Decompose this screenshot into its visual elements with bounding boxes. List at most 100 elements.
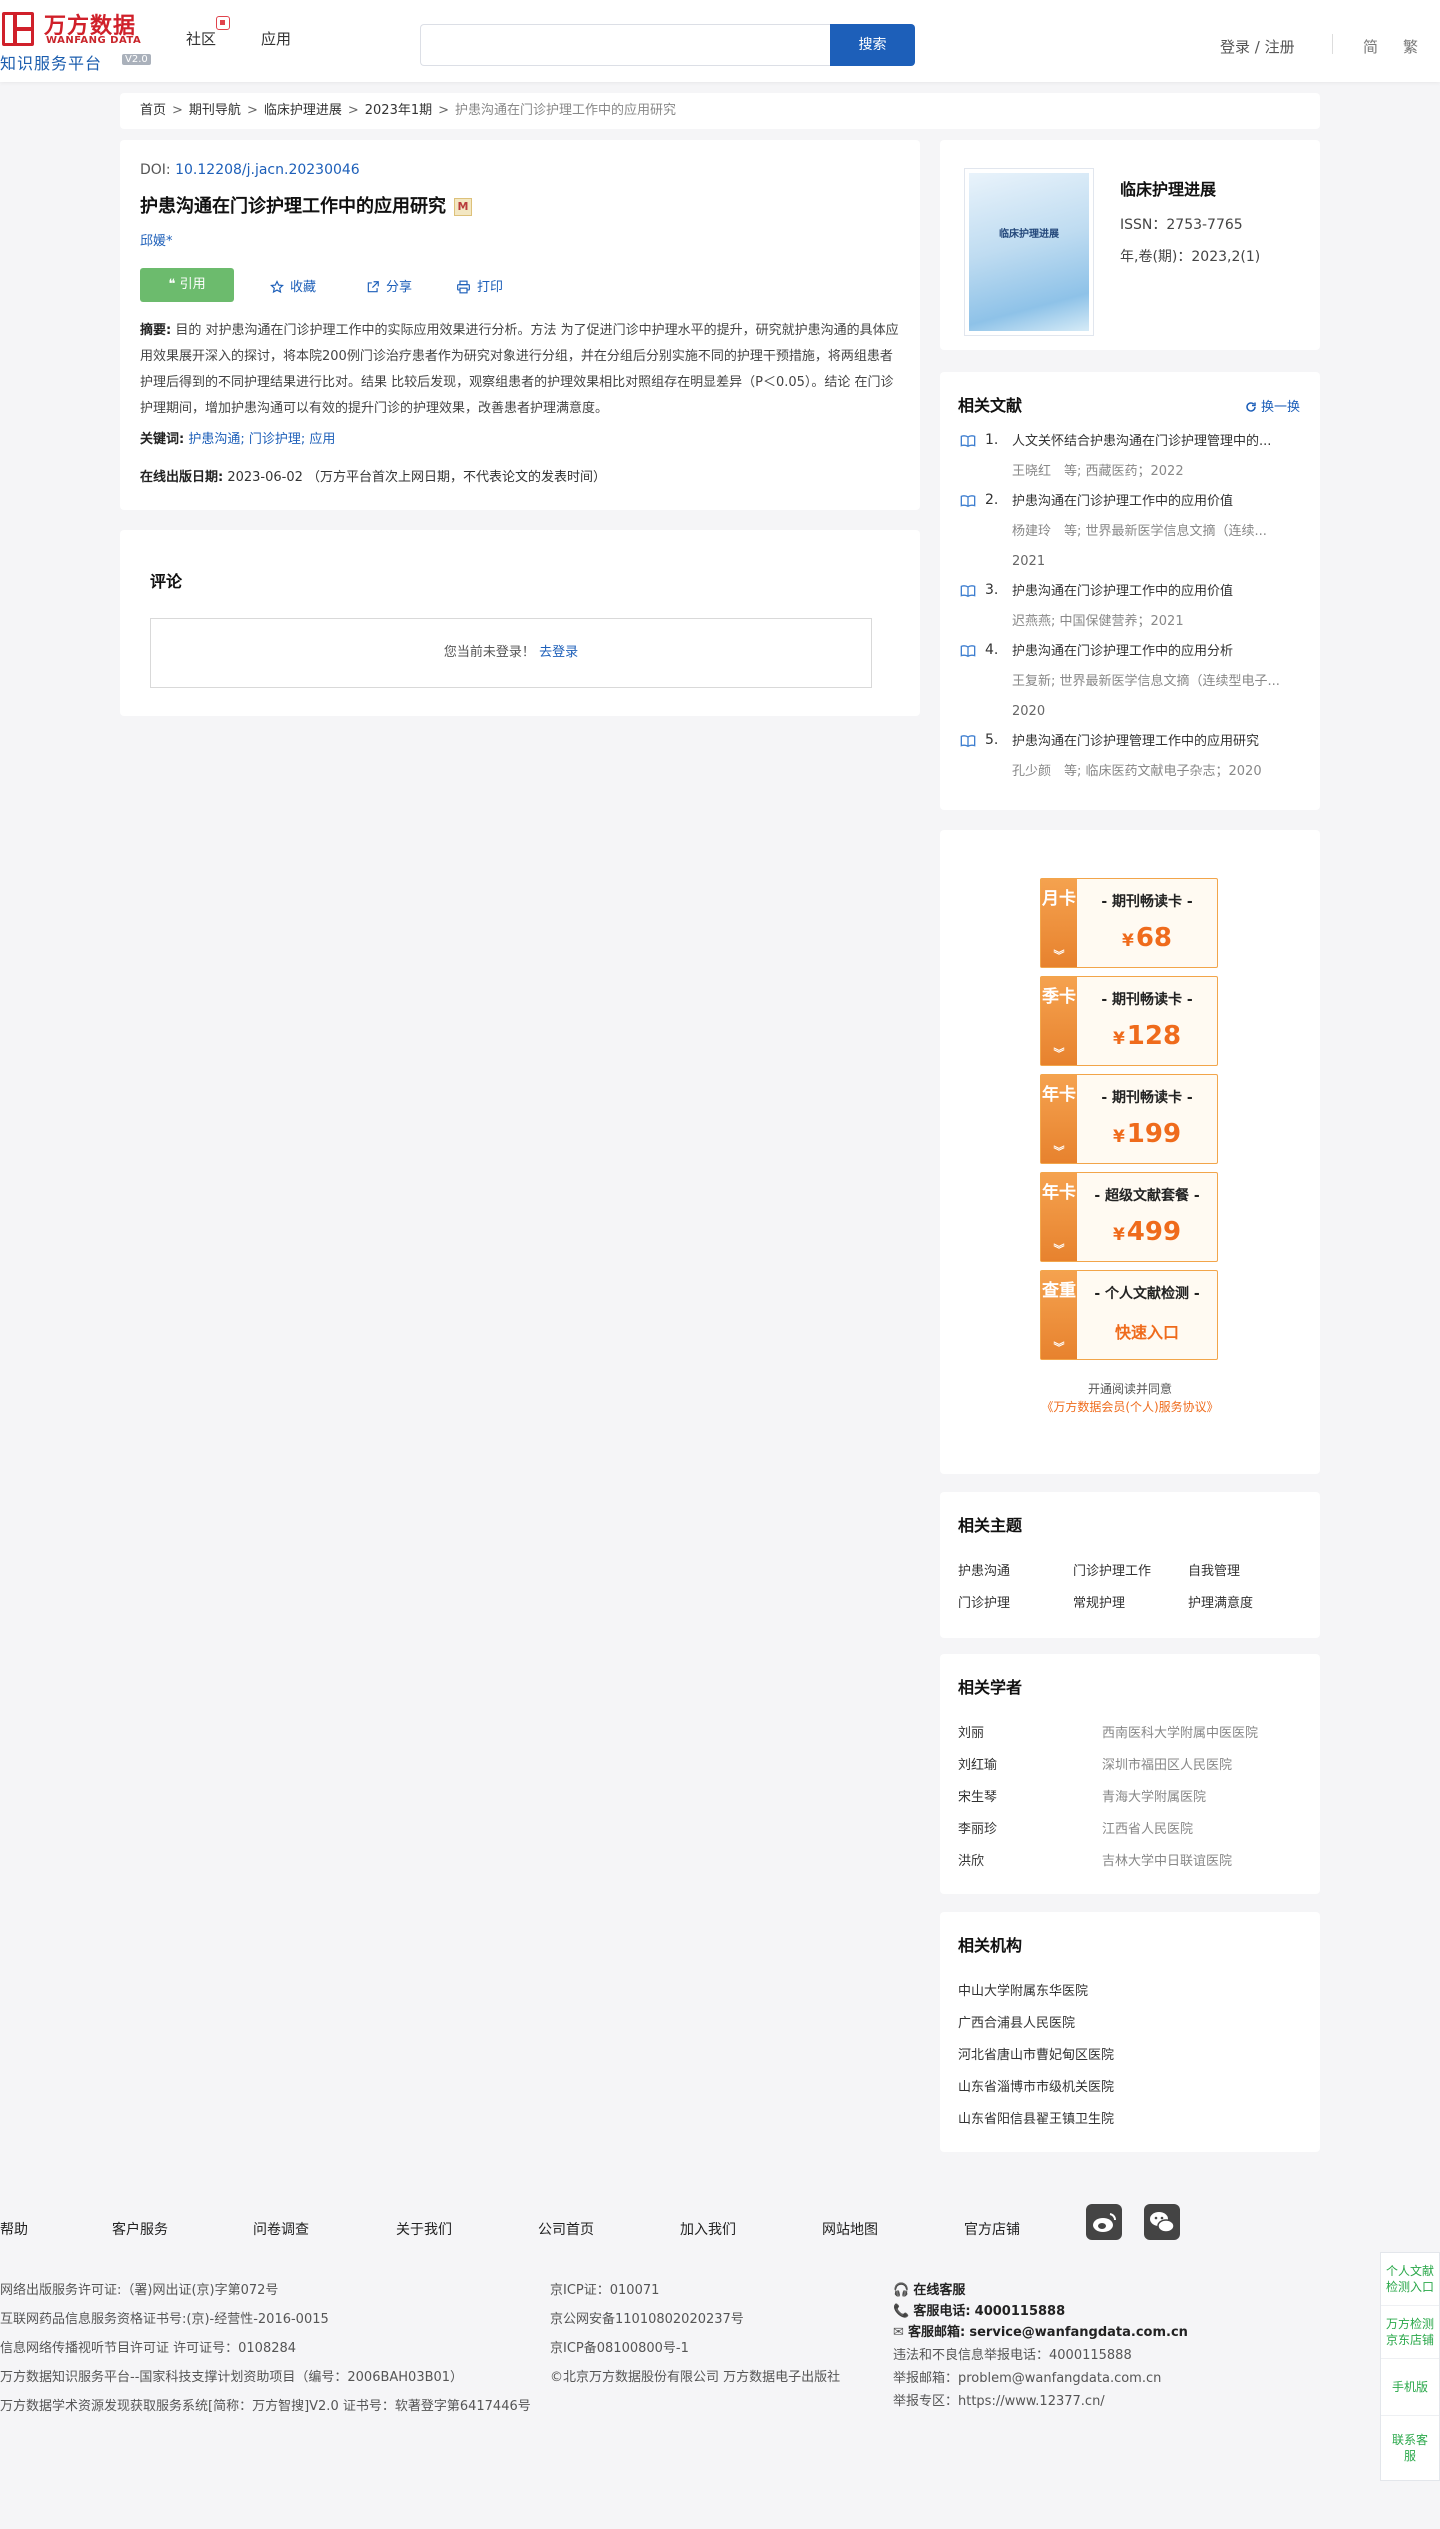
super-package-offer[interactable]: 年卡 ︾ - 超级文献套餐 - ¥499 — [1040, 1172, 1218, 1262]
doi-label: DOI: — [140, 162, 176, 178]
scholar-name[interactable]: 刘丽 — [958, 1722, 984, 1741]
scholar-name[interactable]: 刘红瑜 — [958, 1754, 997, 1773]
footer-link-help[interactable]: 帮助 — [0, 2219, 28, 2239]
breadcrumb-sep: > — [246, 103, 258, 118]
chevron-down-icon: ︾ — [1053, 949, 1065, 962]
copyright-line: ©北京万方数据股份有限公司 万方数据电子出版社 — [550, 2370, 841, 2385]
breadcrumb-current: 护患沟通在门诊护理工作中的应用研究 — [455, 103, 677, 118]
nav-community[interactable]: 社区 — [186, 28, 216, 49]
journal-card: 临床护理进展 临床护理进展 ISSN：2753-7765 年,卷(期)：2023… — [940, 140, 1320, 350]
mobile-version-entry[interactable]: 手机版 — [1381, 2359, 1439, 2416]
topic-link[interactable]: 门诊护理工作 — [1073, 1560, 1151, 1579]
plagiarism-check-offer[interactable]: 查重 ︾ - 个人文献检测 - 快速入口 — [1040, 1270, 1218, 1360]
org-link[interactable]: 河北省唐山市曹妃甸区医院 — [958, 2044, 1114, 2063]
related-item[interactable]: 2. 护患沟通在门诊护理工作中的应用价值 杨建玲 等; 世界最新医学信息文摘（连… — [958, 492, 1303, 572]
related-title[interactable]: 人文关怀结合护患沟通在门诊护理管理中的... — [1012, 432, 1303, 452]
scholar-name[interactable]: 宋生琴 — [958, 1786, 997, 1805]
org-link[interactable]: 山东省淄博市市级机关医院 — [958, 2076, 1114, 2095]
report-zone-link[interactable]: 举报专区：https://www.12377.cn/ — [893, 2390, 1105, 2409]
nav-apps[interactable]: 应用 — [261, 28, 291, 49]
footer-link-about[interactable]: 关于我们 — [396, 2219, 452, 2239]
share-button[interactable]: 分享 — [366, 276, 412, 295]
search-button[interactable]: 搜索 — [830, 24, 915, 66]
book-icon — [960, 495, 976, 508]
chevron-down-icon: ︾ — [1053, 1341, 1065, 1354]
related-item[interactable]: 5. 护患沟通在门诊护理管理工作中的应用研究 孔少颜 等; 临床医药文献电子杂志… — [958, 732, 1303, 782]
topic-link[interactable]: 自我管理 — [1188, 1560, 1240, 1579]
related-title[interactable]: 护患沟通在门诊护理工作中的应用价值 — [1012, 582, 1303, 602]
refresh-label: 换一换 — [1260, 400, 1300, 415]
lang-simplified[interactable]: 简 — [1363, 36, 1378, 57]
breadcrumb-issue[interactable]: 2023年1期 — [365, 103, 432, 118]
scholar-org[interactable]: 青海大学附属医院 — [1102, 1786, 1206, 1805]
related-year: 2021 — [1012, 554, 1046, 569]
topic-link[interactable]: 护患沟通 — [958, 1560, 1010, 1579]
community-badge-icon — [216, 16, 230, 30]
refresh-button[interactable]: 换一换 — [1245, 396, 1300, 415]
not-logged-text: 您当前未登录！ — [443, 645, 535, 660]
cover-image: 临床护理进展 — [969, 173, 1089, 331]
scholar-name[interactable]: 洪欣 — [958, 1850, 984, 1869]
scholar-org[interactable]: 吉林大学中日联谊医院 — [1102, 1850, 1232, 1869]
wechat-icon[interactable] — [1144, 2204, 1180, 2240]
related-title[interactable]: 护患沟通在门诊护理管理工作中的应用研究 — [1012, 732, 1303, 752]
weibo-icon[interactable] — [1086, 2204, 1122, 2240]
go-login-link[interactable]: 去登录 — [539, 645, 578, 660]
monthly-card-offer[interactable]: 月卡 ︾ - 期刊畅读卡 - ¥68 — [1040, 878, 1218, 968]
topic-link[interactable]: 门诊护理 — [958, 1592, 1010, 1611]
price-value: 199 — [1126, 1119, 1182, 1149]
footer-link-service[interactable]: 客户服务 — [112, 2219, 168, 2239]
service-agreement-link[interactable]: 《万方数据会员(个人)服务协议》 — [1041, 1400, 1218, 1414]
quarterly-card-offer[interactable]: 季卡 ︾ - 期刊畅读卡 - ¥128 — [1040, 976, 1218, 1066]
personal-check-entry[interactable]: 个人文献检测入口 — [1381, 2253, 1439, 2306]
floating-sidebar: 个人文献检测入口 万方检测京东店铺 手机版 联系客服 — [1380, 2252, 1440, 2481]
top-header: 万方数据 WANFANG DATA 知识服务平台 V2.0 社区 应用 搜索 登… — [0, 0, 1440, 82]
related-item[interactable]: 3. 护患沟通在门诊护理工作中的应用价值 迟燕燕; 中国保健营养；2021 — [958, 582, 1303, 632]
scholar-org[interactable]: 深圳市福田区人民医院 — [1102, 1754, 1232, 1773]
quick-entry-link[interactable]: 快速入口 — [1077, 1319, 1217, 1343]
card-tag: 查重 — [1042, 1281, 1076, 1301]
annual-card-offer[interactable]: 年卡 ︾ - 期刊畅读卡 - ¥199 — [1040, 1074, 1218, 1164]
related-item[interactable]: 1. 人文关怀结合护患沟通在门诊护理管理中的... 王晓红 等; 西藏医药；20… — [958, 432, 1303, 482]
scholar-org[interactable]: 江西省人民医院 — [1102, 1818, 1193, 1837]
footer-link-survey[interactable]: 问卷调查 — [253, 2219, 309, 2239]
author-link[interactable]: 邱媛* — [140, 230, 173, 249]
login-register-link[interactable]: 登录 / 注册 — [1220, 36, 1295, 57]
print-button[interactable]: 打印 — [456, 276, 503, 295]
breadcrumb-journal-nav[interactable]: 期刊导航 — [189, 103, 241, 118]
footer-link-store[interactable]: 官方店铺 — [964, 2219, 1020, 2239]
topic-link[interactable]: 常规护理 — [1073, 1592, 1125, 1611]
lang-traditional[interactable]: 繁 — [1403, 36, 1418, 57]
online-service-link[interactable]: 🎧 在线客服 — [893, 2279, 965, 2298]
journal-cover[interactable]: 临床护理进展 — [964, 168, 1094, 336]
jd-store-entry[interactable]: 万方检测京东店铺 — [1381, 2306, 1439, 2359]
cite-button[interactable]: ❝ 引用 — [140, 268, 234, 302]
breadcrumb-journal[interactable]: 临床护理进展 — [264, 103, 342, 118]
service-phone-line: 📞 客服电话: 4000115888 — [893, 2300, 1065, 2319]
report-email-line: 举报邮箱：problem@wanfangdata.com.cn — [893, 2371, 1162, 2386]
related-meta: 迟燕燕; 中国保健营养；2021 — [1012, 614, 1184, 629]
footer-link-sitemap[interactable]: 网站地图 — [822, 2219, 878, 2239]
org-link[interactable]: 中山大学附属东华医院 — [958, 1980, 1088, 1999]
site-footer: 帮助 客户服务 问卷调查 关于我们 公司首页 加入我们 网站地图 官方店铺 网络… — [0, 2180, 1440, 2529]
related-title[interactable]: 护患沟通在门诊护理工作中的应用分析 — [1012, 642, 1303, 662]
org-link[interactable]: 山东省阳信县翟王镇卫生院 — [958, 2108, 1114, 2127]
org-link[interactable]: 广西合浦县人民医院 — [958, 2012, 1075, 2031]
journal-name[interactable]: 临床护理进展 — [1120, 176, 1216, 200]
related-item[interactable]: 4. 护患沟通在门诊护理工作中的应用分析 王复新; 世界最新医学信息文摘（连续型… — [958, 642, 1303, 722]
scholar-org[interactable]: 西南医科大学附属中医医院 — [1102, 1722, 1258, 1741]
logo-subtitle: 知识服务平台 — [0, 54, 103, 73]
breadcrumb-home[interactable]: 首页 — [140, 103, 166, 118]
contact-service-entry[interactable]: 联系客服 — [1381, 2416, 1439, 2480]
topic-link[interactable]: 护理满意度 — [1188, 1592, 1253, 1611]
related-title[interactable]: 护患沟通在门诊护理工作中的应用价值 — [1012, 492, 1303, 512]
keywords-links[interactable]: 护患沟通; 门诊护理; 应用 — [188, 432, 335, 447]
doi-link[interactable]: 10.12208/j.jacn.20230046 — [175, 162, 360, 178]
footer-link-company[interactable]: 公司首页 — [538, 2219, 594, 2239]
wanfang-logo[interactable]: 万方数据 WANFANG DATA 知识服务平台 V2.0 — [0, 8, 160, 74]
related-number: 2. — [985, 492, 999, 508]
footer-link-join[interactable]: 加入我们 — [680, 2219, 736, 2239]
scholar-name[interactable]: 李丽珍 — [958, 1818, 997, 1837]
search-input[interactable] — [420, 24, 832, 66]
favorite-button[interactable]: 收藏 — [270, 276, 316, 295]
